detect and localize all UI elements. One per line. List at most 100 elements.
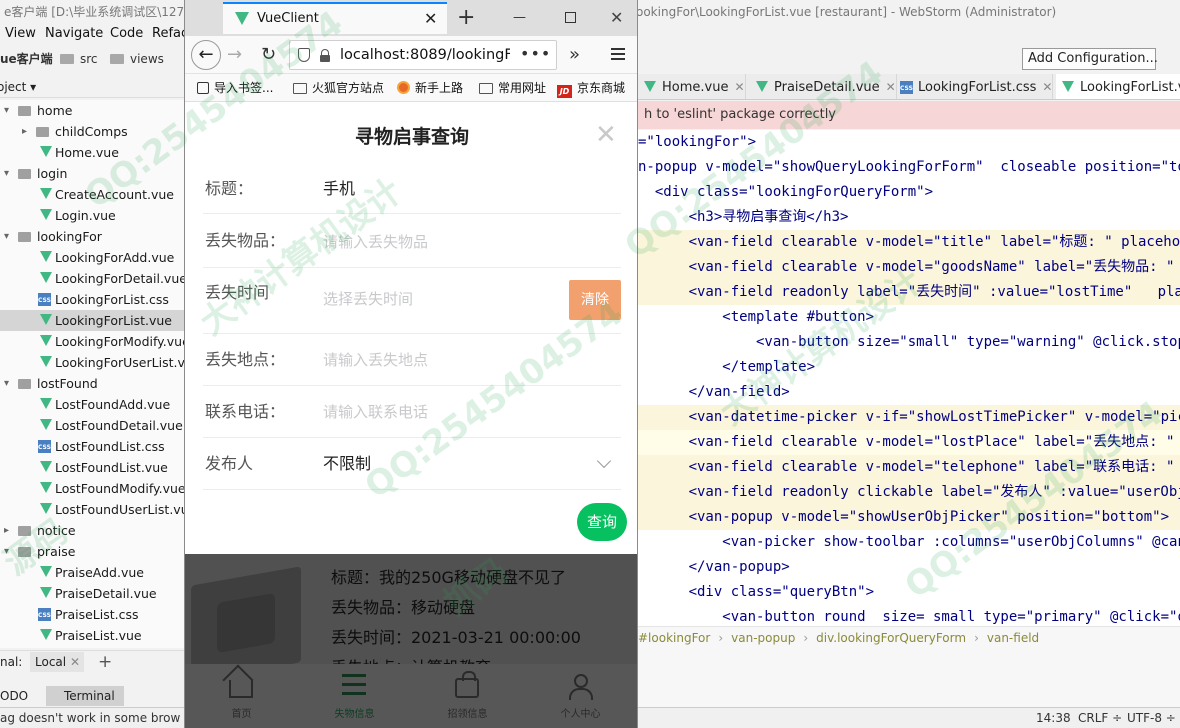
editor-tab[interactable]: CSS LookingForList.css ✕ [894,74,1054,99]
code-line[interactable]: <van-field readonly label="丢失时间" :value=… [638,280,1180,305]
code-line[interactable]: <template #button> [638,305,1180,330]
breadcrumb-item[interactable]: div.lookingForQueryForm [816,631,966,645]
lost-place-field[interactable]: 丢失地点： 请输入丢失地点 [203,334,621,386]
code-line[interactable]: <van-popup v-model="showUserObjPicker" p… [638,505,1180,530]
lost-time-input[interactable]: 选择丢失时间 [323,288,413,310]
menu-refactor[interactable]: Refac [152,24,184,44]
code-line[interactable]: <van-field clearable v-model="telephone"… [638,455,1180,480]
browser-tab[interactable]: VueClient ✕ [223,2,447,34]
code-line[interactable]: <van-field readonly clickable label="发布人… [638,480,1180,505]
close-icon[interactable]: ✕ [734,80,744,94]
tree-item[interactable]: ▾ login [0,163,184,184]
bookmark-common-sites[interactable]: 常用网址 [479,74,546,101]
tab-lost-info[interactable]: 失物信息 [298,664,411,728]
add-configuration-button[interactable]: Add Configuration... [1022,48,1158,70]
code-line[interactable]: <van-picker show-toolbar :columns="userO… [638,530,1180,555]
goods-name-input[interactable]: 请输入丢失物品 [323,231,428,253]
terminal-tool-button[interactable]: Terminal [46,686,124,706]
code-line[interactable]: </template> [638,355,1180,380]
tree-item[interactable]: Login.vue [0,205,184,226]
overflow-menu-icon[interactable]: » [569,40,580,70]
tab-found-info[interactable]: 招领信息 [411,664,524,728]
publisher-select[interactable]: 不限制 [323,453,371,475]
tree-item[interactable]: CSS LookingForList.css [0,289,184,310]
publisher-field[interactable]: 发布人 不限制 [203,438,621,490]
tree-item[interactable]: LostFoundDetail.vue [0,415,184,436]
editor-tab[interactable]: PraiseDetail.vue ✕ [750,74,897,99]
code-line[interactable]: <div class="queryBtn"> [638,580,1180,605]
tree-item[interactable]: CSS LostFoundList.css [0,436,184,457]
tree-item[interactable]: ▾ lostFound [0,373,184,394]
url-input[interactable]: localhost:8089/lookingFor/ [340,41,510,69]
tree-item[interactable]: LookingForAdd.vue [0,247,184,268]
nav-project[interactable]: ue客户端 [0,46,53,72]
close-icon[interactable]: ✕ [595,120,617,150]
address-bar[interactable]: localhost:8089/lookingFor/ ••• [289,40,557,70]
code-line[interactable]: <van-field clearable v-model="goodsName"… [638,255,1180,280]
todo-tool-button[interactable]: ODO [0,685,28,707]
tree-item[interactable]: ▾ praise [0,541,184,562]
editor-tab[interactable]: Home.vue ✕ [638,74,746,99]
minimize-button[interactable]: — [513,4,526,32]
goods-name-field[interactable]: 丢失物品： 请输入丢失物品 [203,214,621,268]
menu-code[interactable]: Code [110,24,143,44]
page-actions-icon[interactable]: ••• [520,41,551,67]
code-line[interactable]: <h3>寻物启事查询</h3> [638,205,1180,230]
code-editor[interactable]: ="lookingFor"> n-popup v-model="showQuery… [638,130,1180,626]
editor-tab[interactable]: LookingForList.vue✕ [1056,74,1180,99]
lost-place-input[interactable]: 请输入丢失地点 [323,349,428,371]
code-line[interactable]: <van-button size="small" type="warning" … [638,330,1180,355]
tab-home[interactable]: 首页 [185,664,298,728]
title-field[interactable]: 标题： 手机 [203,164,621,214]
tree-item[interactable]: LostFoundModify.vue [0,478,184,499]
clear-button[interactable]: 清除 [569,280,621,320]
code-line[interactable]: n-popup v-model="showQueryLookingForForm… [638,155,1180,180]
nav-views[interactable]: views [110,46,164,72]
tree-item[interactable]: ▸ childComps [0,121,184,142]
chevron-down-icon[interactable] [596,453,612,469]
chevron-down-icon[interactable]: ▾ [4,163,9,184]
tree-item[interactable]: PraiseDetail.vue [0,583,184,604]
code-line[interactable]: <van-button round size= small type="prim… [638,605,1180,626]
chevron-down-icon[interactable]: ▾ [4,541,9,562]
maximize-button[interactable] [565,12,576,23]
tree-item[interactable]: LostFoundUserList.vue [0,499,184,520]
project-panel-header[interactable]: oject ▾ [0,76,184,98]
lost-time-field[interactable]: 丢失时间 选择丢失时间 清除 [203,268,621,334]
close-icon[interactable]: ✕ [1042,80,1052,94]
tab-profile[interactable]: 个人中心 [524,664,637,728]
breadcrumb-item[interactable]: van-popup [731,631,795,645]
window-close-button[interactable]: ✕ [610,3,623,33]
code-line[interactable]: </van-field> [638,380,1180,405]
telephone-field[interactable]: 联系电话： 请输入联系电话 [203,386,621,438]
chevron-down-icon[interactable]: ▾ [4,100,9,121]
forward-button[interactable]: → [227,40,242,70]
breadcrumb-item[interactable]: #lookingFor [638,631,710,645]
tree-item[interactable]: ▸ notice [0,520,184,541]
tree-item[interactable]: CreateAccount.vue [0,184,184,205]
code-line[interactable]: <van-datetime-picker v-if="showLostTimeP… [638,405,1180,430]
title-input[interactable]: 手机 [323,178,355,200]
new-tab-button[interactable]: + [457,3,475,33]
query-button[interactable]: 查询 [577,503,627,541]
tree-item[interactable]: ▾ home [0,100,184,121]
shield-icon[interactable] [298,48,310,62]
bookmark-getting-started[interactable]: 新手上路 [397,74,463,101]
caret-position[interactable]: 14:38 [1036,708,1071,728]
bookmark-firefox-official[interactable]: 火狐官方站点 [293,74,384,101]
code-line[interactable]: <van-field clearable v-model="lostPlace"… [638,430,1180,455]
menu-view[interactable]: View [5,24,36,44]
encoding-selector[interactable]: UTF-8 ÷ [1127,708,1176,728]
tree-item[interactable]: PraiseAdd.vue [0,562,184,583]
chevron-down-icon[interactable]: ▾ [4,226,9,247]
reload-button[interactable]: ↻ [261,40,276,70]
tree-item[interactable]: ▾ lookingFor [0,226,184,247]
bookmark-jd[interactable]: JD 京东商城 [557,74,625,101]
bookmark-import[interactable]: 导入书签... [197,74,273,101]
chevron-down-icon[interactable]: ▾ [4,373,9,394]
line-separator-selector[interactable]: CRLF ÷ [1078,708,1122,728]
tree-item[interactable]: LostFoundList.vue [0,457,184,478]
add-terminal-button[interactable]: + [98,651,112,673]
chevron-right-icon[interactable]: ▸ [4,520,9,541]
nav-src[interactable]: src [60,46,98,72]
